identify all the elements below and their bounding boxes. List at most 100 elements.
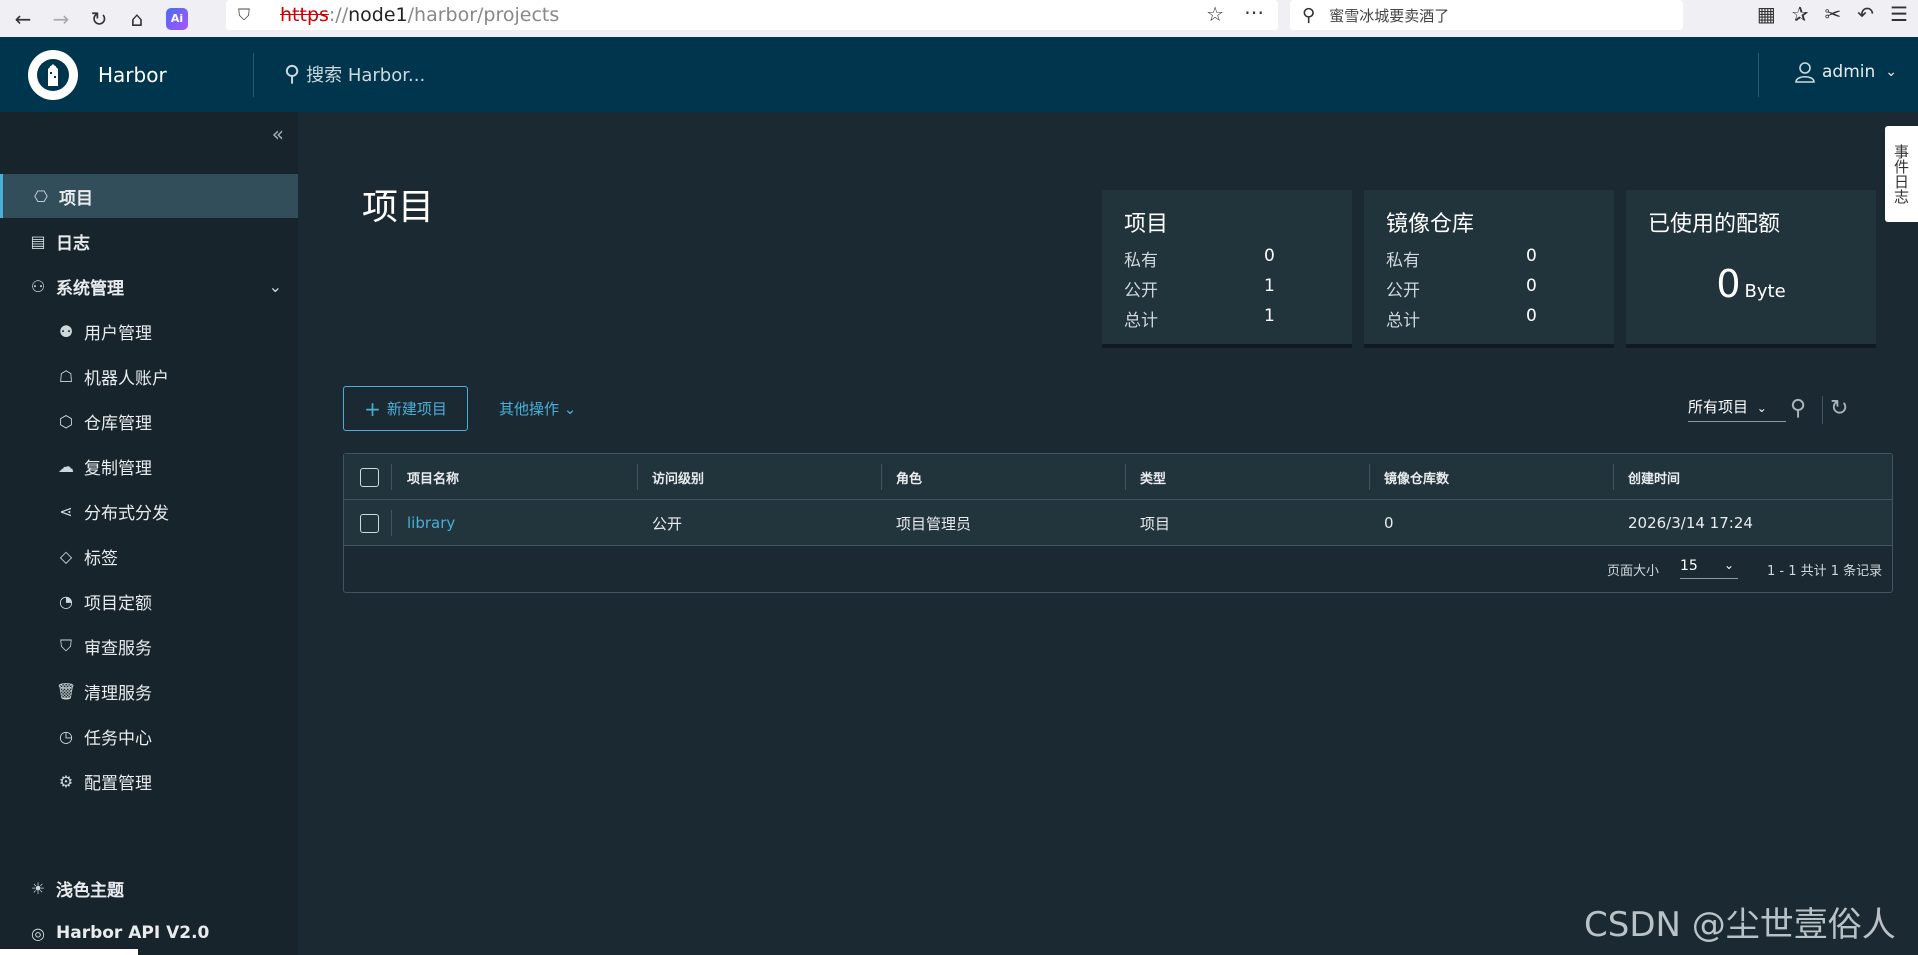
sidebar-item-logs[interactable]: ▤ 日志: [0, 219, 298, 263]
address-bar[interactable]: ⛉ https://node1/harbor/projects ☆ ⋯: [226, 0, 1278, 30]
back-arrow-icon[interactable]: ←: [8, 4, 38, 34]
registry-icon: ⬡: [59, 411, 73, 431]
sidebar-item-robot-accounts[interactable]: ☖ 机器人账户: [0, 354, 298, 398]
collapse-sidebar-icon[interactable]: «: [272, 122, 284, 146]
sun-icon: ☀: [30, 878, 46, 898]
sidebar-item-admin[interactable]: ⚇ 系统管理 ⌄: [0, 264, 298, 308]
card-title: 项目: [1124, 212, 1169, 237]
quota-icon: ◔: [59, 591, 73, 611]
sidebar-item-distribution[interactable]: ⋖ 分布式分发: [0, 489, 298, 533]
sidebar-item-replication[interactable]: ☁ 复制管理: [0, 444, 298, 488]
chevron-down-icon: ⌄: [563, 400, 577, 418]
role: 项目管理员: [896, 514, 972, 533]
chevron-down-icon: ⌄: [1885, 64, 1898, 80]
sidebar-item-config[interactable]: ⚙ 配置管理: [0, 759, 298, 803]
column-header-role[interactable]: 角色: [896, 454, 922, 500]
repo-count: 0: [1384, 514, 1394, 532]
shield-icon: ⛉: [59, 636, 72, 655]
theme-toggle[interactable]: ☀ 浅色主题: [0, 866, 298, 910]
other-actions-dropdown[interactable]: 其他操作 ⌄: [499, 398, 576, 419]
harbor-logo-icon[interactable]: [28, 49, 78, 100]
sidebar-item-job-service[interactable]: ◷ 任务中心: [0, 714, 298, 758]
project-name-link[interactable]: library: [407, 500, 455, 546]
column-header-name[interactable]: 项目名称: [407, 454, 459, 500]
refresh-icon[interactable]: ↻: [1830, 396, 1848, 421]
grid-icon[interactable]: ▦: [1757, 2, 1776, 26]
more-icon[interactable]: ⋯: [1244, 0, 1264, 24]
distribution-icon: ⋖: [59, 501, 73, 521]
trash-icon: 🗑: [56, 681, 77, 701]
brand-name[interactable]: Harbor: [98, 63, 167, 87]
sidebar-item-projects[interactable]: ⎔ 项目: [0, 174, 298, 218]
browser-toolbar: ← → ↻ ⌂ Ai ⛉ https://node1/harbor/projec…: [0, 0, 1918, 37]
globe-icon: ◎: [31, 923, 45, 943]
access-level: 公开: [652, 514, 683, 533]
quota-value: 0 Byte: [1716, 262, 1786, 306]
type: 项目: [1140, 514, 1171, 533]
table-footer: 页面大小 15 ⌄ 1 - 1 共计 1 条记录: [344, 546, 1892, 592]
select-all-checkbox[interactable]: [360, 468, 379, 487]
replication-icon: ☁: [58, 456, 74, 476]
project-filter-select[interactable]: 所有项目 ⌄: [1688, 396, 1786, 422]
search-icon: ⚲: [284, 61, 301, 87]
sidebar-item-quotas[interactable]: ◔ 项目定额: [0, 579, 298, 623]
user-menu[interactable]: admin ⌄: [1794, 61, 1897, 83]
column-header-access[interactable]: 访问级别: [652, 454, 704, 500]
new-project-button[interactable]: + 新建项目: [343, 386, 468, 431]
column-header-type[interactable]: 类型: [1140, 454, 1166, 500]
chevron-down-icon: ⌄: [268, 276, 282, 296]
scroll-indicator: [0, 949, 138, 955]
app-header: Harbor ⚲ 搜索 Harbor... admin ⌄: [0, 37, 1918, 112]
row-checkbox[interactable]: [360, 514, 379, 533]
page-size-select[interactable]: 15 ⌄: [1680, 558, 1738, 579]
home-icon[interactable]: ⌂: [122, 4, 152, 34]
browser-search-box[interactable]: ⚲ 蜜雪冰城要卖酒了: [1290, 0, 1683, 30]
projects-summary-card: 项目 私有 0 公开 1 总计 1: [1102, 190, 1352, 348]
sidebar-item-gc[interactable]: 🗑 清理服务: [0, 669, 298, 713]
pagination-summary: 1 - 1 共计 1 条记录: [1767, 564, 1883, 579]
chevron-down-icon: ⌄: [1723, 558, 1734, 572]
tag-icon: ◇: [59, 546, 73, 566]
robot-icon: ☖: [58, 366, 74, 386]
card-title: 镜像仓库: [1386, 212, 1475, 237]
table-row: library 公开 项目管理员 项目 0 2026/3/14 17:24: [344, 500, 1892, 546]
search-icon: ⚲: [1302, 4, 1316, 26]
gear-icon: ⚙: [58, 771, 74, 791]
ai-badge-icon[interactable]: Ai: [166, 7, 188, 30]
column-header-repo-count[interactable]: 镜像仓库数: [1384, 454, 1449, 500]
username: admin: [1822, 62, 1876, 82]
shield-warning-icon[interactable]: ⛉: [238, 5, 260, 25]
logs-icon: ▤: [30, 231, 46, 251]
quota-summary-card: 已使用的配额 0 Byte: [1626, 190, 1876, 348]
forward-arrow-icon[interactable]: →: [46, 4, 76, 34]
user-icon: [1795, 62, 1815, 83]
repos-summary-card: 镜像仓库 私有 0 公开 0 总计 0: [1364, 190, 1614, 348]
projects-icon: ⎔: [34, 186, 48, 206]
projects-table: 项目名称 访问级别 角色 类型 镜像仓库数 创建时间 library 公开 项目…: [343, 453, 1893, 593]
global-search[interactable]: ⚲ 搜索 Harbor...: [284, 61, 425, 87]
star-icon[interactable]: ☆: [1206, 2, 1224, 26]
reload-icon[interactable]: ↻: [84, 4, 114, 34]
scissors-icon[interactable]: ✂: [1825, 2, 1842, 26]
watermark: CSDN @尘世壹俗人: [1584, 905, 1896, 945]
favorites-icon[interactable]: ✰: [1792, 2, 1809, 26]
undo-icon[interactable]: ↶: [1857, 2, 1874, 26]
plus-icon: +: [364, 396, 381, 421]
creation-time: 2026/3/14 17:24: [1628, 514, 1753, 532]
global-search-input[interactable]: 搜索 Harbor...: [306, 61, 425, 87]
event-log-tab[interactable]: 事件日志: [1885, 126, 1918, 222]
sidebar-item-users[interactable]: ⚉ 用户管理: [0, 309, 298, 353]
menu-icon[interactable]: ☰: [1890, 2, 1908, 26]
sidebar-item-interrogation[interactable]: ⛉ 审查服务: [0, 624, 298, 668]
admin-icon: ⚇: [30, 276, 46, 296]
sidebar-item-registries[interactable]: ⬡ 仓库管理: [0, 399, 298, 443]
sidebar-item-labels[interactable]: ◇ 标签: [0, 534, 298, 578]
page-title: 项目: [362, 187, 435, 228]
browser-search-text: 蜜雪冰城要卖酒了: [1329, 6, 1450, 25]
users-icon: ⚉: [58, 321, 74, 341]
card-title: 已使用的配额: [1648, 212, 1781, 237]
search-icon[interactable]: ⚲: [1790, 396, 1806, 421]
url-text: https://node1/harbor/projects: [280, 4, 560, 26]
column-header-created[interactable]: 创建时间: [1628, 454, 1680, 500]
page-size-label: 页面大小: [1607, 564, 1660, 579]
